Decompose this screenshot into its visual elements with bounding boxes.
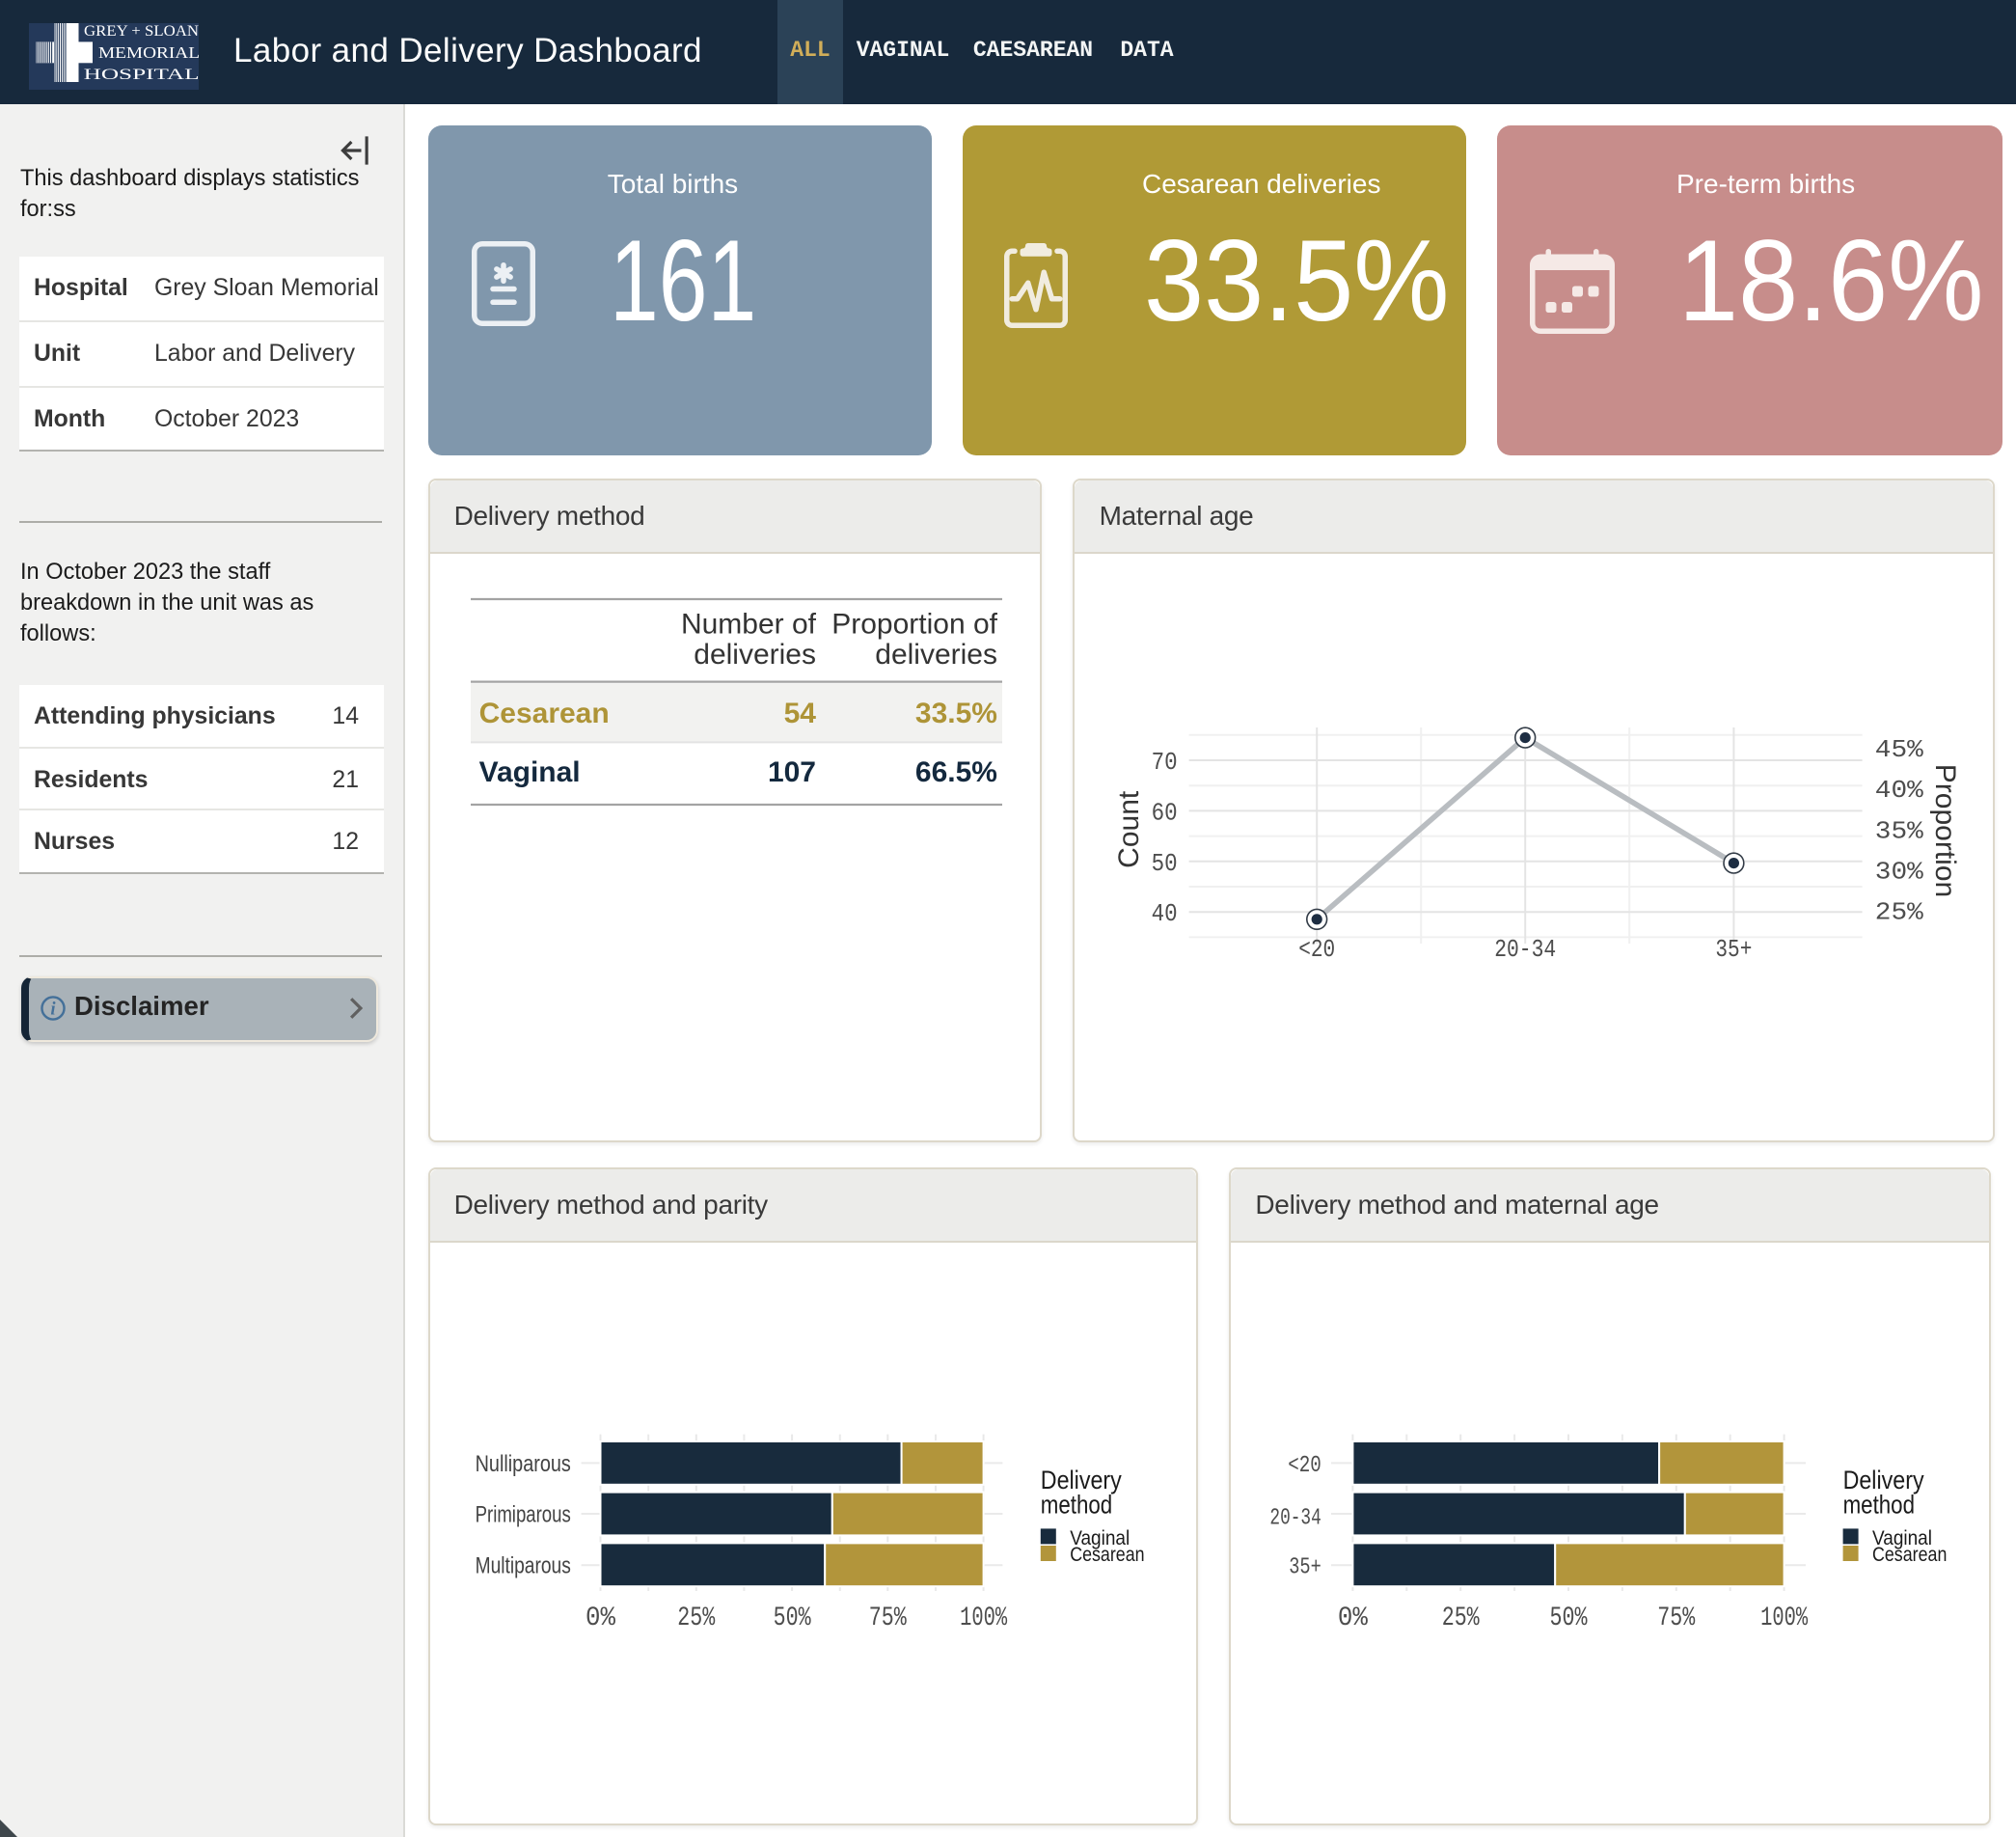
svg-text:100%: 100% xyxy=(1760,1604,1808,1633)
svg-text:Multiparous: Multiparous xyxy=(475,1553,570,1579)
svg-text:GREY + SLOAN: GREY + SLOAN xyxy=(84,23,199,40)
svg-text:54: 54 xyxy=(783,697,816,728)
svg-text:i: i xyxy=(50,999,56,1019)
svg-text:Cesarean: Cesarean xyxy=(1069,1544,1143,1566)
svg-text:20-34: 20-34 xyxy=(1269,1505,1321,1531)
svg-text:Number of: Number of xyxy=(680,608,816,640)
svg-text:HOSPITAL: HOSPITAL xyxy=(84,67,199,83)
svg-text:0%: 0% xyxy=(585,1604,614,1633)
svg-text:method: method xyxy=(1842,1490,1914,1519)
svg-text:50%: 50% xyxy=(773,1604,810,1633)
svg-text:<20: <20 xyxy=(1288,1453,1321,1479)
svg-text:Proportion of: Proportion of xyxy=(831,608,996,640)
svg-text:Primiparous: Primiparous xyxy=(475,1501,570,1527)
svg-text:75%: 75% xyxy=(868,1604,906,1633)
svg-text:method: method xyxy=(1040,1490,1111,1519)
svg-text:60: 60 xyxy=(1152,797,1178,826)
svg-text:25%: 25% xyxy=(676,1604,714,1633)
svg-text:35+: 35+ xyxy=(1715,934,1752,963)
svg-text:25%: 25% xyxy=(1875,897,1923,926)
svg-text:50: 50 xyxy=(1152,848,1178,877)
svg-text:0%: 0% xyxy=(1338,1604,1368,1633)
svg-text:Cesarean: Cesarean xyxy=(478,697,609,728)
svg-text:Count: Count xyxy=(1113,789,1145,867)
svg-text:MEMORIAL: MEMORIAL xyxy=(98,43,199,62)
svg-text:Nulliparous: Nulliparous xyxy=(475,1451,570,1477)
svg-text:35%: 35% xyxy=(1875,815,1923,844)
svg-text:75%: 75% xyxy=(1657,1604,1695,1633)
svg-text:30%: 30% xyxy=(1875,857,1923,886)
svg-text:100%: 100% xyxy=(959,1604,1006,1633)
svg-text:20-34: 20-34 xyxy=(1494,934,1556,963)
svg-text:33.5%: 33.5% xyxy=(914,697,996,728)
svg-text:Cesarean: Cesarean xyxy=(1872,1544,1947,1566)
svg-text:40%: 40% xyxy=(1875,775,1923,804)
svg-text:35+: 35+ xyxy=(1289,1555,1321,1581)
svg-text:45%: 45% xyxy=(1875,734,1923,763)
svg-text:deliveries: deliveries xyxy=(874,638,996,670)
svg-text:66.5%: 66.5% xyxy=(914,755,996,787)
svg-text:40: 40 xyxy=(1152,898,1178,927)
svg-text:<20: <20 xyxy=(1298,934,1335,963)
svg-text:107: 107 xyxy=(767,755,815,787)
svg-text:Vaginal: Vaginal xyxy=(478,755,580,787)
svg-text:70: 70 xyxy=(1152,747,1178,776)
svg-text:deliveries: deliveries xyxy=(693,638,815,670)
svg-text:Proportion: Proportion xyxy=(1929,763,1961,896)
svg-text:25%: 25% xyxy=(1441,1604,1479,1633)
svg-text:50%: 50% xyxy=(1549,1604,1587,1633)
